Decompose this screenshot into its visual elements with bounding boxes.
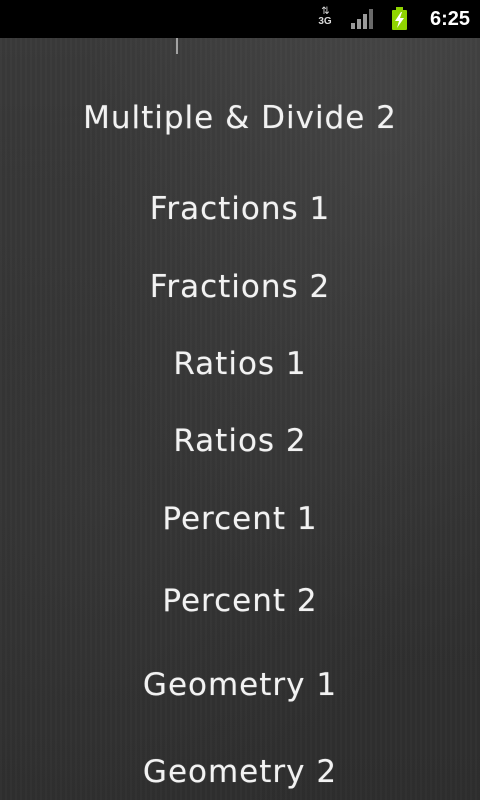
menu-item-percent-2[interactable]: Percent 2 [0, 581, 480, 621]
signal-strength-icon [351, 9, 375, 29]
app-screen: ⇅ 3G 6:25 Multiple & Divide 2 Fractions … [0, 0, 480, 800]
data-activity-icon: ⇅ 3G [316, 7, 334, 31]
menu-item-multiple-divide-2[interactable]: Multiple & Divide 2 [0, 98, 480, 138]
menu-item-geometry-2[interactable]: Geometry 2 [0, 752, 480, 792]
menu-item-geometry-1[interactable]: Geometry 1 [0, 665, 480, 705]
chalkboard-background: Multiple & Divide 2 Fractions 1 Fraction… [0, 38, 480, 800]
menu-item-fractions-1[interactable]: Fractions 1 [0, 189, 480, 229]
menu-item-ratios-2[interactable]: Ratios 2 [0, 421, 480, 461]
menu-item-fractions-2[interactable]: Fractions 2 [0, 267, 480, 307]
status-bar: ⇅ 3G 6:25 [0, 0, 480, 38]
menu-item-percent-1[interactable]: Percent 1 [0, 499, 480, 539]
chalk-mark-decoration [176, 38, 178, 54]
menu-item-ratios-1[interactable]: Ratios 1 [0, 344, 480, 384]
status-clock: 6:25 [429, 8, 470, 30]
network-type-label: 3G [318, 16, 332, 27]
battery-charging-icon [392, 7, 407, 30]
